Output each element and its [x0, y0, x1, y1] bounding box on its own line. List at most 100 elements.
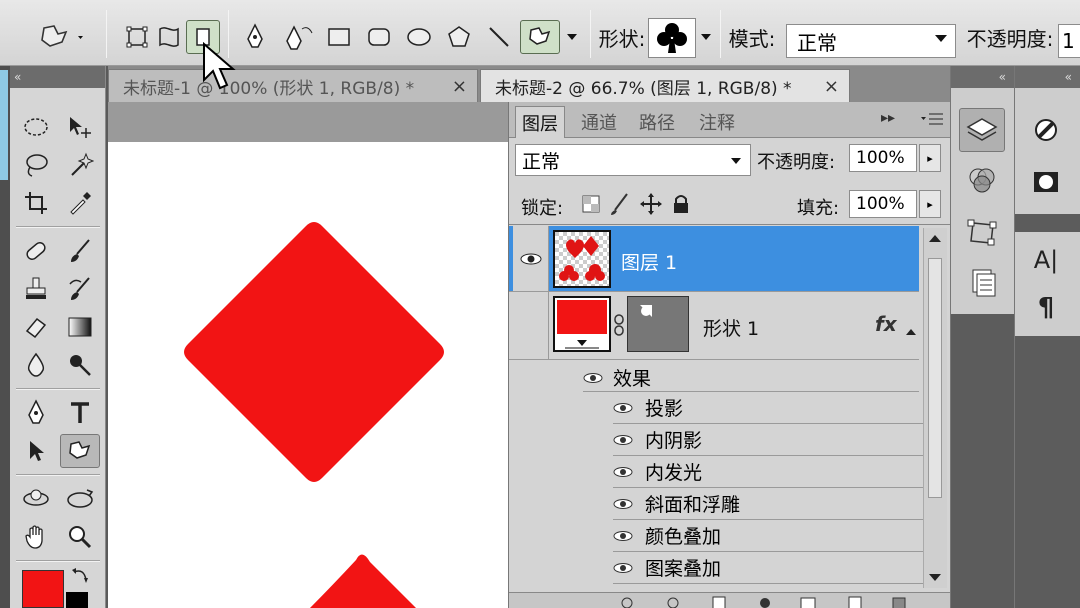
effects-header[interactable]: 效果: [583, 364, 919, 392]
layer-row-shape-1[interactable]: 形状 1 fx: [509, 292, 919, 360]
effect-pattern-overlay[interactable]: 图案叠加: [613, 552, 923, 584]
dock-collapse[interactable]: «: [951, 66, 1014, 88]
shape-picker[interactable]: [648, 18, 696, 58]
shape-label: 形状:: [598, 26, 646, 51]
link-icon[interactable]: [613, 314, 625, 336]
visibility-toggle[interactable]: [513, 226, 549, 291]
type-tool-icon[interactable]: [60, 396, 100, 430]
fx-icon[interactable]: fx: [875, 312, 897, 336]
chevron-down-icon[interactable]: [562, 20, 582, 54]
paragraph-panel-icon[interactable]: ¶: [1023, 286, 1069, 330]
tab-layers[interactable]: 图层: [515, 106, 565, 138]
blend-mode-select[interactable]: 正常: [515, 144, 751, 176]
hand-tool-icon[interactable]: [16, 520, 56, 554]
healing-brush-icon[interactable]: [16, 234, 56, 268]
lasso-tool-icon[interactable]: [16, 148, 56, 182]
chevron-down-icon: [731, 158, 741, 164]
effect-label: 图案叠加: [645, 558, 722, 580]
effect-inner-glow[interactable]: 内发光: [613, 456, 923, 488]
tab-untitled-2[interactable]: 未标题-2 @ 66.7% (图层 1, RGB/8) * ×: [480, 69, 850, 102]
panel-expand-icon[interactable]: ▸▸: [881, 110, 895, 126]
opacity-label: 不透明度:: [757, 152, 836, 173]
effect-color-overlay[interactable]: 颜色叠加: [613, 520, 923, 552]
shape-picker-arrow-icon[interactable]: [698, 20, 714, 54]
3d-orbit-icon[interactable]: [60, 482, 100, 516]
effect-inner-shadow[interactable]: 内阴影: [613, 424, 923, 456]
eraser-tool-icon[interactable]: [16, 310, 56, 344]
lock-pixels-icon[interactable]: [609, 192, 631, 216]
opacity-slider-arrow-icon[interactable]: ▸: [919, 144, 941, 172]
freeform-pen-icon[interactable]: [282, 20, 316, 54]
tab-paths[interactable]: 路径: [633, 106, 681, 138]
zoom-tool-icon[interactable]: [60, 520, 100, 554]
channels-panel-icon[interactable]: [959, 158, 1005, 202]
lock-position-icon[interactable]: [639, 192, 663, 216]
eye-icon: [613, 498, 633, 509]
new-layer-icon: [848, 596, 862, 608]
brush-tool-icon[interactable]: [60, 234, 100, 268]
paths-panel-icon[interactable]: [959, 210, 1005, 254]
tab-notes[interactable]: 注释: [693, 106, 741, 138]
chevron-down-icon: [935, 35, 947, 42]
polygon-tool-icon[interactable]: [442, 20, 476, 54]
effect-bevel-emboss[interactable]: 斜面和浮雕: [613, 488, 923, 520]
marquee-tool-icon[interactable]: [16, 110, 56, 144]
lock-transparent-icon[interactable]: [581, 194, 601, 214]
line-tool-icon[interactable]: [482, 20, 516, 54]
close-icon[interactable]: ×: [452, 76, 467, 97]
blur-tool-icon[interactable]: [16, 348, 56, 382]
character-panel-icon[interactable]: A|: [1023, 238, 1069, 282]
notes-panel-icon[interactable]: [959, 260, 1005, 304]
pen-tool-icon[interactable]: [16, 396, 56, 430]
custom-shape-tool-icon[interactable]: [60, 434, 100, 468]
close-icon[interactable]: ×: [824, 76, 839, 97]
canvas[interactable]: [108, 142, 508, 608]
lock-all-icon[interactable]: [671, 192, 691, 216]
adjustments-panel-icon[interactable]: [1023, 108, 1069, 152]
path-selection-icon[interactable]: [16, 434, 56, 468]
custom-shape-button[interactable]: [520, 20, 560, 54]
scroll-thumb[interactable]: [928, 258, 942, 498]
layers-scrollbar[interactable]: [923, 228, 947, 588]
opacity-field[interactable]: 100%: [849, 144, 917, 172]
3d-rotate-icon[interactable]: [16, 482, 56, 516]
shape-layers-icon[interactable]: [120, 20, 154, 54]
gradient-tool-icon[interactable]: [60, 310, 100, 344]
rounded-rectangle-icon[interactable]: [362, 20, 396, 54]
eyedropper-icon[interactable]: [60, 186, 100, 220]
effect-label: 投影: [645, 398, 684, 420]
visibility-toggle[interactable]: [513, 292, 549, 359]
collapse-effects-icon[interactable]: [905, 322, 917, 335]
move-tool-icon[interactable]: [60, 110, 100, 144]
crop-tool-icon[interactable]: [16, 186, 56, 220]
tab-untitled-1[interactable]: 未标题-1 @ 100% (形状 1, RGB/8) * ×: [108, 69, 478, 102]
masks-panel-icon[interactable]: [1023, 160, 1069, 204]
stamp-tool-icon[interactable]: [16, 272, 56, 306]
effect-drop-shadow[interactable]: 投影: [613, 392, 923, 424]
scroll-up-icon: [929, 235, 941, 242]
dock-collapse[interactable]: «: [1015, 66, 1080, 88]
tab-channels[interactable]: 通道: [575, 106, 623, 138]
delete-layer-icon: [892, 597, 906, 608]
pen-tool-icon[interactable]: [238, 20, 272, 54]
mode-select[interactable]: 正常: [786, 24, 956, 58]
fill-field[interactable]: 100%: [849, 190, 917, 218]
tools-panel-collapse[interactable]: «: [10, 66, 105, 88]
background-color-swatch[interactable]: [66, 592, 88, 608]
layers-panel-icon[interactable]: [959, 108, 1005, 152]
magic-wand-icon[interactable]: [60, 148, 100, 182]
new-group-icon: [800, 597, 816, 608]
paths-icon[interactable]: [152, 20, 186, 54]
rectangle-tool-icon[interactable]: [322, 20, 356, 54]
swap-colors-icon[interactable]: [70, 566, 92, 586]
fill-slider-arrow-icon[interactable]: ▸: [919, 190, 941, 218]
ellipse-tool-icon[interactable]: [402, 20, 436, 54]
tool-preset-picker[interactable]: [30, 20, 94, 54]
layer-row-layer-1[interactable]: 图层 1: [509, 226, 919, 292]
panel-menu-icon[interactable]: [921, 110, 945, 128]
dodge-tool-icon[interactable]: [60, 348, 100, 382]
layer-thumbnail: [553, 230, 611, 288]
opacity-field[interactable]: 1: [1058, 24, 1080, 58]
foreground-color-swatch[interactable]: [22, 570, 64, 608]
history-brush-icon[interactable]: [60, 272, 100, 306]
